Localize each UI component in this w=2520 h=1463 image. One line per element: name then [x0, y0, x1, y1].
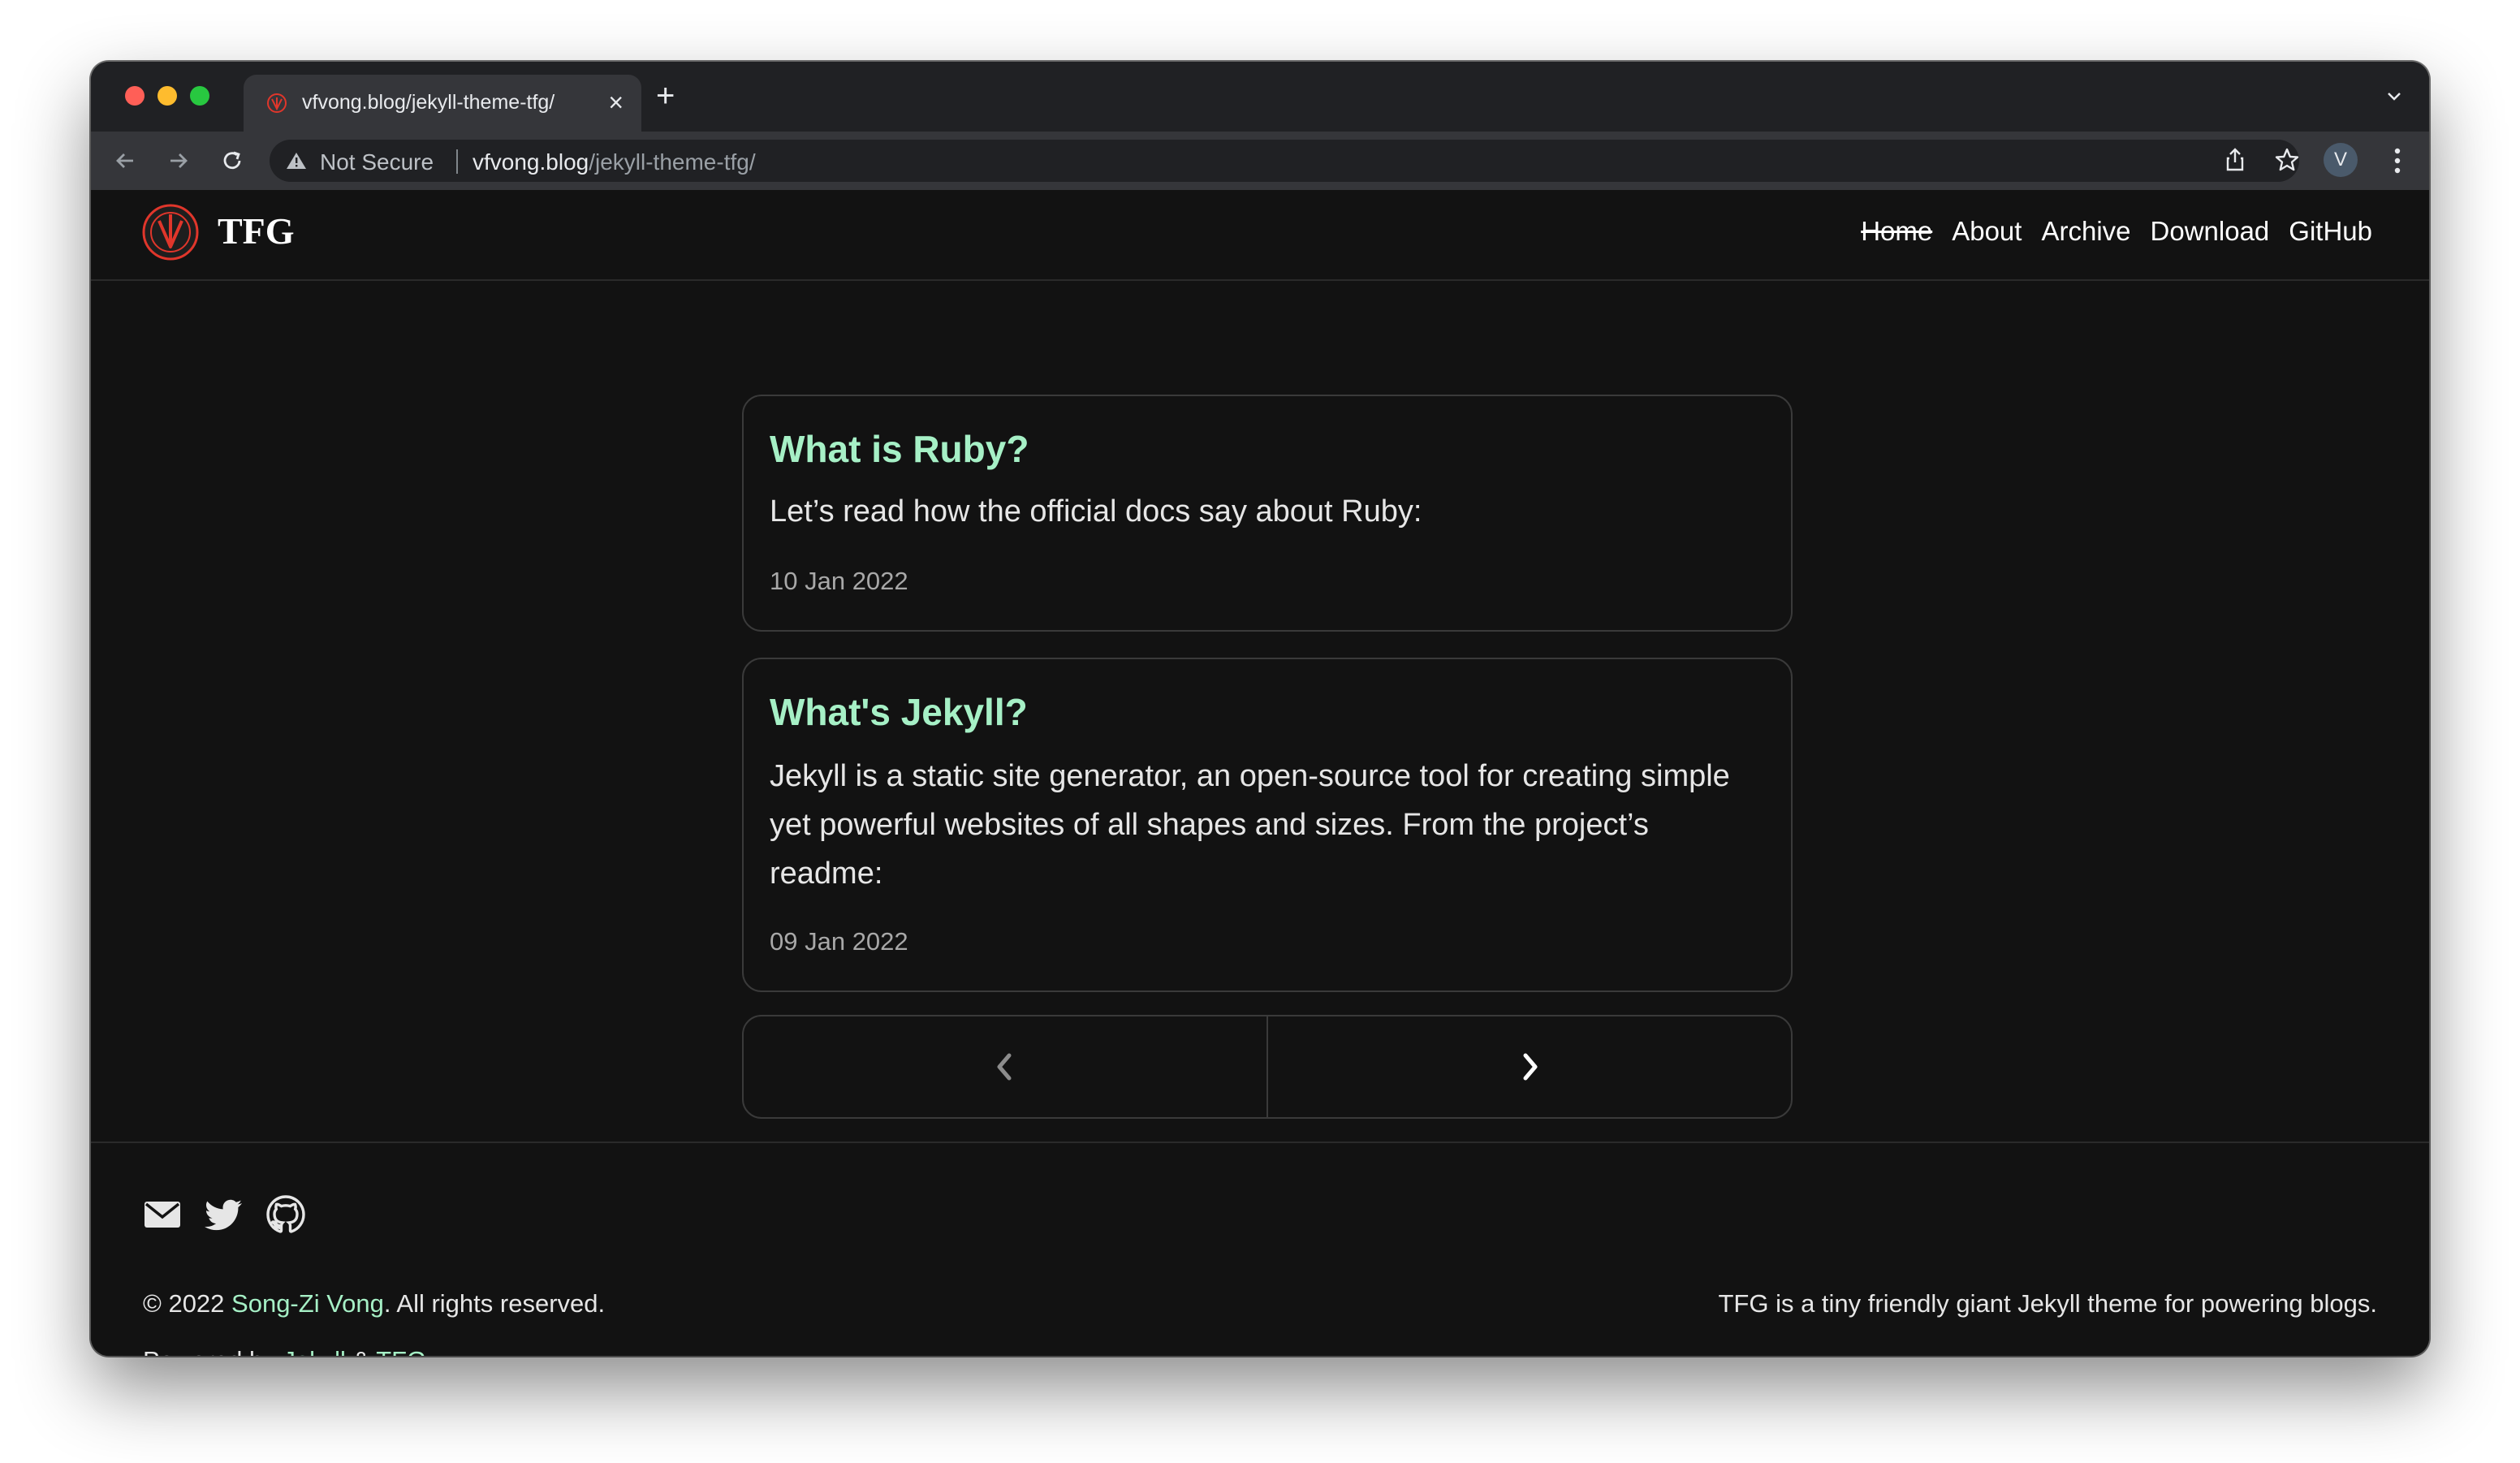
- previous-page-button[interactable]: [744, 1016, 1266, 1117]
- site-header: TFG Home About Archive Download GitHub: [91, 190, 2429, 281]
- more-menu-icon[interactable]: [2393, 146, 2401, 175]
- github-icon[interactable]: [266, 1195, 305, 1234]
- nav-github-link[interactable]: GitHub: [2289, 216, 2372, 247]
- post-excerpt: Jekyll is a static site generator, an op…: [770, 759, 1730, 891]
- tfg-logo-icon[interactable]: [141, 203, 200, 261]
- post-title[interactable]: What is Ruby?: [770, 427, 1029, 471]
- warning-triangle-icon[interactable]: [286, 151, 307, 170]
- nav-about-link[interactable]: About: [1952, 216, 2022, 247]
- chevron-right-icon: [1523, 1053, 1538, 1081]
- security-status[interactable]: Not Secure: [320, 149, 434, 175]
- powered-ampersand: &: [346, 1346, 376, 1356]
- social-links: [143, 1195, 305, 1234]
- url-text[interactable]: vfvong.blog/jekyll-theme-tfg/: [472, 149, 756, 175]
- browser-window: vfvong.blog/jekyll-theme-tfg/ × + Not Se…: [91, 62, 2429, 1356]
- back-arrow-icon[interactable]: [110, 146, 140, 175]
- page-viewport: TFG Home About Archive Download GitHub W…: [91, 190, 2429, 1356]
- new-tab-button[interactable]: +: [656, 80, 675, 112]
- site-footer: © 2022 Song-Zi Vong. All rights reserved…: [91, 1141, 2429, 1356]
- reload-icon[interactable]: [218, 146, 247, 175]
- nav-download-link[interactable]: Download: [2151, 216, 2270, 247]
- nav-home-link[interactable]: Home: [1861, 216, 1932, 247]
- omnibox-divider: [456, 149, 458, 174]
- site-brand[interactable]: TFG: [218, 209, 295, 252]
- tab-title: vfvong.blog/jekyll-theme-tfg/: [302, 91, 555, 114]
- post-date: 10 Jan 2022: [770, 567, 908, 595]
- author-link[interactable]: Song-Zi Vong: [231, 1289, 384, 1318]
- post-card[interactable]: What's Jekyll? Jekyll is a static site g…: [742, 658, 1793, 992]
- post-card[interactable]: What is Ruby? Let’s read how the officia…: [742, 395, 1793, 632]
- zoom-window-button[interactable]: [190, 86, 209, 106]
- browser-toolbar: Not Secure vfvong.blog/jekyll-theme-tfg/…: [91, 132, 2429, 190]
- copyright-text: © 2022 Song-Zi Vong. All rights reserved…: [143, 1289, 605, 1318]
- powered-prefix: Powered by: [143, 1346, 283, 1356]
- next-page-button[interactable]: [1266, 1016, 1791, 1117]
- post-date: 09 Jan 2022: [770, 927, 908, 956]
- chevron-left-icon: [997, 1053, 1012, 1081]
- post-title[interactable]: What's Jekyll?: [770, 690, 1028, 734]
- copyright-suffix: . All rights reserved.: [383, 1289, 606, 1318]
- browser-tab[interactable]: vfvong.blog/jekyll-theme-tfg/ ×: [244, 75, 641, 132]
- nav-archive-link[interactable]: Archive: [2041, 216, 2130, 247]
- bookmark-star-icon[interactable]: [2273, 146, 2301, 174]
- jekyll-link[interactable]: Jekyll: [283, 1346, 346, 1356]
- envelope-icon[interactable]: [143, 1195, 182, 1234]
- site-favicon-icon: [267, 93, 287, 113]
- minimize-window-button[interactable]: [158, 86, 177, 106]
- tab-close-icon[interactable]: ×: [608, 86, 624, 119]
- tab-bar: vfvong.blog/jekyll-theme-tfg/ × +: [91, 62, 2429, 132]
- close-window-button[interactable]: [125, 86, 145, 106]
- site-tagline: TFG is a tiny friendly giant Jekyll them…: [1718, 1289, 2377, 1318]
- pagination: [742, 1015, 1793, 1119]
- url-host: vfvong.blog: [472, 149, 589, 175]
- share-icon[interactable]: [2221, 146, 2249, 174]
- copyright-prefix: © 2022: [143, 1289, 232, 1318]
- post-excerpt: Let’s read how the official docs say abo…: [770, 494, 1422, 529]
- site-nav: Home About Archive Download GitHub: [1861, 216, 2372, 247]
- url-path: /jekyll-theme-tfg/: [589, 149, 756, 175]
- profile-avatar[interactable]: V: [2324, 143, 2358, 177]
- tab-search-chevron-icon[interactable]: [2384, 86, 2405, 107]
- address-bar[interactable]: Not Secure vfvong.blog/jekyll-theme-tfg/: [270, 140, 2299, 182]
- forward-arrow-icon[interactable]: [164, 146, 193, 175]
- tfg-link[interactable]: TFG: [376, 1346, 426, 1356]
- twitter-icon[interactable]: [205, 1195, 244, 1234]
- powered-by-text: Powered by Jekyll & TFG: [143, 1346, 426, 1356]
